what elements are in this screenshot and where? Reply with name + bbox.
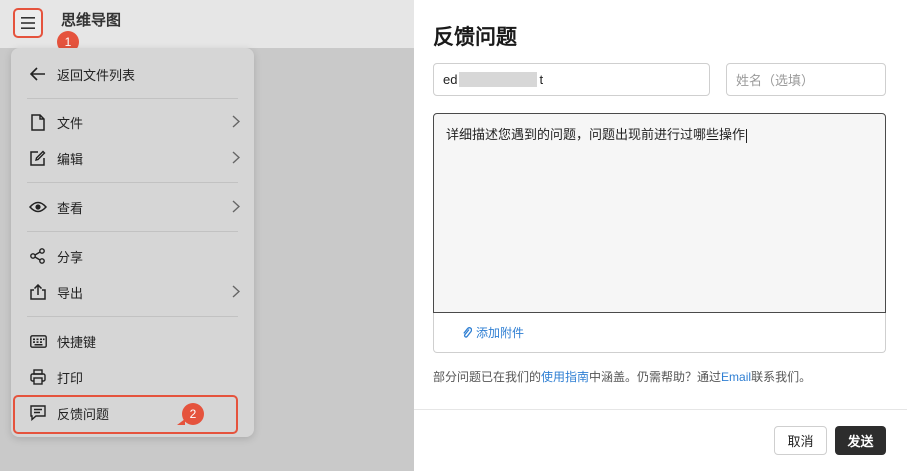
paperclip-icon — [462, 326, 472, 339]
printer-icon — [29, 368, 47, 386]
send-button[interactable]: 发送 — [835, 426, 886, 455]
keyboard-icon — [29, 332, 47, 350]
user-guide-link[interactable]: 使用指南 — [541, 370, 589, 384]
menu-item-label: 快捷键 — [57, 334, 97, 350]
main-menu: 返回文件列表 文件 编辑 查看 分享 导出 快捷键 打印 反馈问题 — [11, 48, 254, 437]
cancel-button[interactable]: 取消 — [774, 426, 827, 455]
name-placeholder: 姓名（选填） — [736, 73, 815, 88]
email-redaction — [459, 72, 538, 87]
app-title: 思维导图 — [61, 12, 122, 29]
eye-icon — [29, 198, 47, 216]
text-caret — [746, 128, 748, 143]
share-icon — [29, 247, 47, 265]
chevron-right-icon — [232, 115, 240, 128]
menu-item-label: 导出 — [57, 285, 84, 301]
panel-title: 反馈问题 — [433, 26, 517, 49]
help-text-part: 联系我们。 — [751, 370, 812, 384]
menu-divider — [27, 316, 238, 317]
email-prefix: ed — [443, 72, 458, 87]
help-text: 部分问题已在我们的使用指南中涵盖。仍需帮助？通过Email联系我们。 — [433, 368, 811, 385]
hamburger-icon — [21, 17, 35, 29]
attach-file-link[interactable]: 添加附件 — [476, 324, 524, 341]
chevron-right-icon — [232, 200, 240, 213]
menu-item-shortcuts[interactable]: 快捷键 — [11, 325, 254, 357]
arrow-left-icon — [29, 65, 47, 83]
export-icon — [29, 283, 47, 301]
email-field[interactable]: ed t — [433, 63, 710, 96]
description-text: 详细描述您遇到的问题，问题出现前进行过哪些操作 — [446, 127, 746, 142]
footer-divider — [414, 409, 907, 410]
help-text-part: 中涵盖。仍需帮助？通过 — [589, 370, 722, 384]
menu-item-edit[interactable]: 编辑 — [11, 142, 254, 174]
menu-item-back[interactable]: 返回文件列表 — [11, 58, 254, 90]
email-link[interactable]: Email — [721, 370, 751, 384]
email-suffix: t — [539, 72, 544, 87]
menu-item-label: 文件 — [57, 115, 84, 131]
description-textarea[interactable]: 详细描述您遇到的问题，问题出现前进行过哪些操作 — [433, 113, 886, 313]
app-background: 思维导图 1 返回文件列表 文件 编辑 查看 分享 导出 快捷键 打印 反馈问题… — [0, 0, 414, 471]
menu-item-label: 返回文件列表 — [57, 67, 136, 83]
menu-item-label: 分享 — [57, 249, 84, 265]
menu-divider — [27, 98, 238, 99]
menu-item-label: 打印 — [57, 370, 84, 386]
menu-divider — [27, 182, 238, 183]
chevron-right-icon — [232, 151, 240, 164]
menu-item-label: 查看 — [57, 200, 84, 216]
annotation-badge-2: 2 — [177, 403, 204, 425]
chevron-right-icon — [232, 285, 240, 298]
attach-area: 添加附件 — [433, 313, 886, 353]
menu-item-export[interactable]: 导出 — [11, 276, 254, 308]
edit-icon — [29, 149, 47, 167]
feedback-highlight-box — [13, 395, 238, 434]
file-icon — [29, 113, 47, 131]
menu-item-view[interactable]: 查看 — [11, 191, 254, 223]
feedback-panel: 反馈问题 ed t 姓名（选填） 详细描述您遇到的问题，问题出现前进行过哪些操作 … — [414, 0, 907, 471]
name-field[interactable]: 姓名（选填） — [726, 63, 886, 96]
help-text-part: 部分问题已在我们的 — [433, 370, 542, 384]
menu-divider — [27, 231, 238, 232]
menu-item-print[interactable]: 打印 — [11, 361, 254, 393]
menu-item-label: 编辑 — [57, 151, 84, 167]
menu-item-share[interactable]: 分享 — [11, 240, 254, 272]
menu-item-file[interactable]: 文件 — [11, 106, 254, 138]
menu-button[interactable] — [13, 8, 43, 38]
